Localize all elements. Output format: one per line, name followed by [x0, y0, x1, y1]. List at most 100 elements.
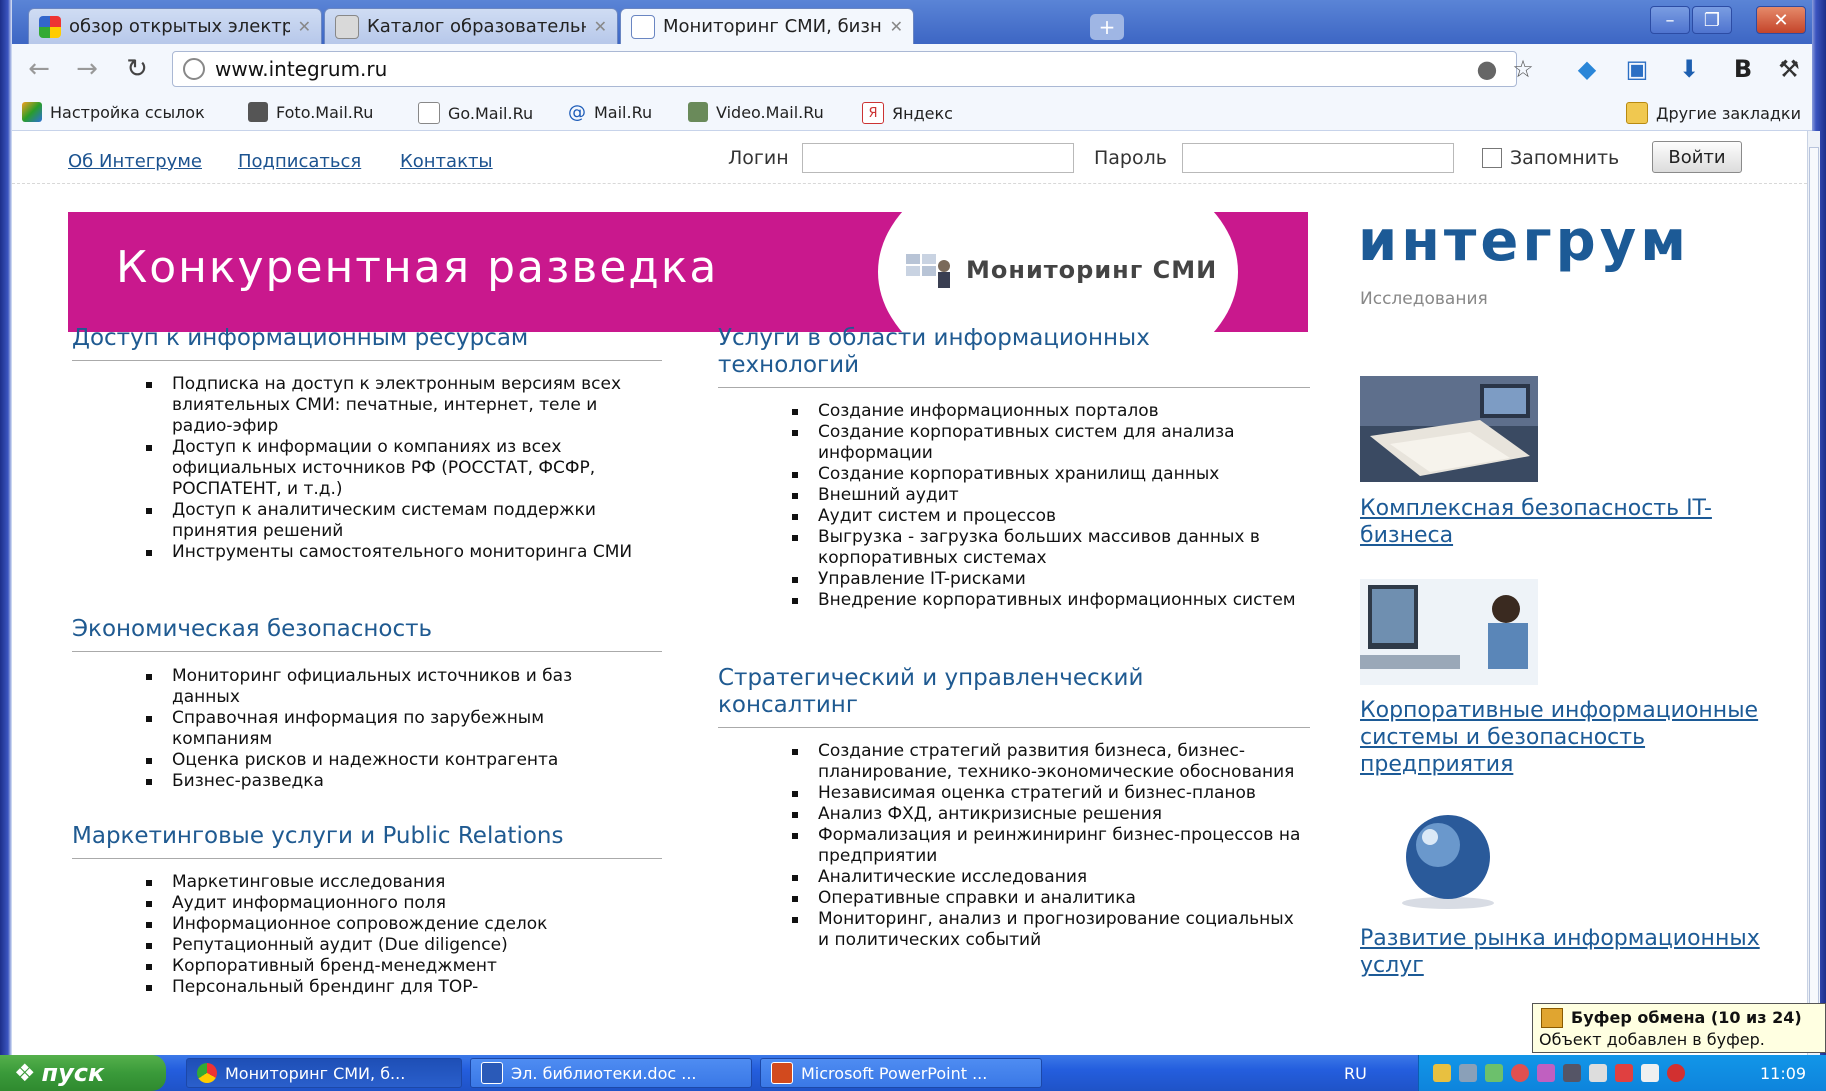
- clipboard-title: Буфер обмена (10 из 24): [1571, 1008, 1802, 1027]
- list-item: Формализация и реинжиниринг бизнес-проце…: [792, 825, 1308, 867]
- address-bar[interactable]: www.integrum.ru: [172, 51, 1517, 87]
- login-label: Логин: [728, 147, 789, 169]
- minimize-button[interactable]: –: [1650, 6, 1690, 34]
- list-item: Репутационный аудит (Due diligence): [146, 935, 658, 956]
- logo-subtitle: Исследования: [1360, 289, 1488, 309]
- tab-title: Мониторинг СМИ, бизнес-...: [663, 16, 882, 37]
- list-item: Выгрузка - загрузка больших массивов дан…: [792, 527, 1308, 569]
- google-icon: [39, 15, 61, 38]
- vertical-scrollbar[interactable]: [1807, 131, 1820, 1055]
- remember-checkbox[interactable]: [1482, 148, 1502, 168]
- nav-link-about[interactable]: Об Интегруме: [68, 151, 202, 172]
- tray-icon[interactable]: [1459, 1064, 1477, 1082]
- tray-icon[interactable]: [1615, 1064, 1633, 1082]
- tray-icon[interactable]: [1485, 1064, 1503, 1082]
- tray-icon[interactable]: [1667, 1064, 1685, 1082]
- clipboard-icon: [1541, 1008, 1563, 1028]
- bookmark-label: Mail.Ru: [594, 103, 653, 122]
- start-button[interactable]: ❖ пуск: [0, 1055, 166, 1091]
- bookmark-item[interactable]: Video.Mail.Ru: [688, 102, 824, 122]
- taskbar-item[interactable]: Мониторинг СМИ, б...: [186, 1058, 462, 1088]
- bookmark-item[interactable]: Я Яндекс: [862, 102, 953, 124]
- login-input[interactable]: [802, 143, 1074, 173]
- new-tab-button[interactable]: +: [1090, 14, 1124, 40]
- close-icon[interactable]: ✕: [594, 17, 607, 36]
- bookmark-label: Настройка ссылок: [50, 102, 205, 122]
- tray-icon[interactable]: [1641, 1064, 1659, 1082]
- list-item: Бизнес-разведка: [146, 771, 642, 792]
- translate-icon[interactable]: ▣: [1622, 54, 1652, 84]
- folder-icon: [1626, 102, 1648, 124]
- list-item: Инструменты самостоятельного мониторинга…: [146, 542, 658, 563]
- tab-1[interactable]: Каталог образовательны... ✕: [324, 8, 618, 44]
- list-item: Аналитические исследования: [792, 867, 1308, 888]
- section-divider: [718, 387, 1310, 388]
- maximize-button[interactable]: ❐: [1692, 6, 1732, 34]
- tray-icon[interactable]: [1433, 1064, 1451, 1082]
- taskbar-item-label: Эл. библиотеки.doc ...: [511, 1063, 697, 1083]
- tab-0[interactable]: обзор открытых электро... ✕: [28, 8, 322, 44]
- clipboard-notification[interactable]: Буфер обмена (10 из 24) Объект добавлен …: [1532, 1003, 1826, 1053]
- list-item: Информационное сопровождение сделок: [146, 914, 658, 935]
- taskbar-item[interactable]: Эл. библиотеки.doc ...: [470, 1058, 752, 1088]
- browser-titlebar: обзор открытых электро... ✕ Каталог обра…: [12, 0, 1812, 44]
- tab-2[interactable]: Мониторинг СМИ, бизнес-... ✕: [620, 8, 914, 44]
- bookmark-item[interactable]: Go.Mail.Ru: [418, 102, 533, 124]
- bookmark-item[interactable]: Foto.Mail.Ru: [248, 102, 373, 122]
- computer-user-image[interactable]: [1360, 579, 1538, 685]
- tray-icon[interactable]: [1537, 1064, 1555, 1082]
- list-item: Мониторинг официальных источников и баз …: [146, 666, 642, 708]
- section-title[interactable]: Стратегический и управленческий консалти…: [718, 665, 1188, 719]
- bookmark-label: Go.Mail.Ru: [448, 103, 534, 123]
- nav-link-subscribe[interactable]: Подписаться: [238, 151, 361, 172]
- login-button[interactable]: Войти: [1652, 141, 1742, 173]
- section-list: Подписка на доступ к электронным версиям…: [146, 374, 658, 563]
- password-label: Пароль: [1094, 147, 1167, 169]
- banner[interactable]: Конкурентная разведка Мониторинг СМИ: [68, 212, 1308, 332]
- section-title[interactable]: Маркетинговые услуги и Public Relations: [72, 823, 662, 850]
- bookmark-item[interactable]: Настройка ссылок: [22, 102, 205, 122]
- other-bookmarks[interactable]: Другие закладки: [1626, 102, 1801, 124]
- section-title[interactable]: Экономическая безопасность: [72, 616, 632, 643]
- side-link-security[interactable]: Комплексная безопасность IT-бизнеса: [1360, 495, 1720, 549]
- section-divider: [72, 360, 662, 361]
- section-list: Мониторинг официальных источников и баз …: [146, 666, 642, 792]
- start-label: пуск: [41, 1059, 105, 1087]
- bookmarks-bar: Настройка ссылок Foto.Mail.Ru Go.Mail.Ru…: [12, 96, 1812, 131]
- video-icon: [688, 102, 708, 122]
- tray-icon[interactable]: [1511, 1064, 1529, 1082]
- download-icon[interactable]: ⬇: [1674, 54, 1704, 84]
- list-item: Мониторинг, анализ и прогнозирование соц…: [792, 909, 1308, 951]
- vk-icon[interactable]: B: [1728, 54, 1758, 84]
- office-documents-image[interactable]: [1360, 376, 1538, 482]
- section-title[interactable]: Доступ к информационным ресурсам: [72, 325, 632, 352]
- star-icon[interactable]: ☆: [1508, 54, 1538, 84]
- globe-image[interactable]: [1360, 807, 1538, 913]
- list-item: Подписка на доступ к электронным версиям…: [146, 374, 658, 437]
- star-icon: [22, 102, 42, 122]
- tray-icon[interactable]: [1563, 1064, 1581, 1082]
- web-page: Об Интегруме Подписаться Контакты Логин …: [12, 131, 1807, 1055]
- close-icon[interactable]: ✕: [298, 17, 311, 36]
- integrum-logo[interactable]: интегрум: [1358, 209, 1690, 274]
- nav-link-contacts[interactable]: Контакты: [400, 151, 493, 172]
- back-button[interactable]: ←: [22, 52, 56, 86]
- taskbar-item[interactable]: Microsoft PowerPoint ...: [760, 1058, 1042, 1088]
- list-item: Анализ ФХД, антикризисные решения: [792, 804, 1308, 825]
- camera-icon: [248, 102, 268, 122]
- reload-button[interactable]: ↻: [120, 52, 154, 86]
- language-indicator[interactable]: RU: [1344, 1064, 1367, 1083]
- close-icon[interactable]: ✕: [890, 17, 903, 36]
- lightbulb-icon[interactable]: ●: [1472, 54, 1502, 84]
- tray-icon[interactable]: [1589, 1064, 1607, 1082]
- scrollbar-thumb[interactable]: [1809, 147, 1819, 1017]
- side-link-market[interactable]: Развитие рынка информационных услуг: [1360, 925, 1760, 979]
- drop-icon[interactable]: ◆: [1572, 54, 1602, 84]
- bookmark-item[interactable]: @ Mail.Ru: [568, 102, 652, 123]
- close-window-button[interactable]: ✕: [1756, 6, 1806, 34]
- wrench-icon[interactable]: ⚒: [1774, 54, 1804, 84]
- password-input[interactable]: [1182, 143, 1454, 173]
- forward-button[interactable]: →: [70, 52, 104, 86]
- section-title[interactable]: Услуги в области информационных технолог…: [718, 325, 1188, 379]
- side-link-corporate[interactable]: Корпоративные информационные системы и б…: [1360, 697, 1760, 778]
